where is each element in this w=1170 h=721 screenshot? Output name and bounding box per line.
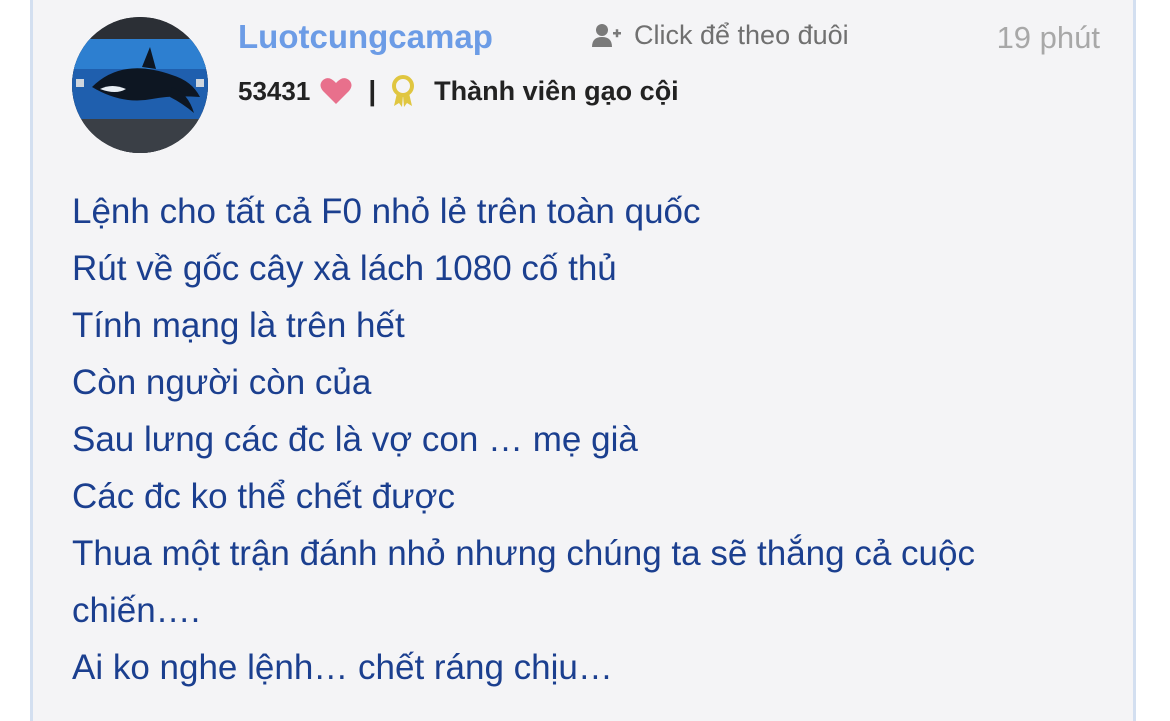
comment-line: Ai ko nghe lệnh… chết ráng chịu… (72, 648, 613, 687)
heart-icon (320, 77, 352, 105)
user-meta: 53431 | Thành viên gạo cội (238, 74, 679, 108)
add-user-icon (592, 23, 622, 49)
comment-line: Các đc ko thể chết được (72, 477, 455, 516)
comment-line: Rút về gốc cây xà lách 1080 cố thủ (72, 249, 617, 288)
comment-line: Còn người còn của (72, 363, 372, 402)
page: Luotcungcamap Click để theo đuôi 19 phút… (0, 0, 1170, 721)
avatar[interactable] (72, 17, 208, 153)
comment-body: Lệnh cho tất cả F0 nhỏ lẻ trên toàn quốc… (72, 183, 1082, 696)
member-rank: Thành viên gạo cội (434, 75, 679, 106)
comment-line: Thua một trận đánh nhỏ nhưng chúng ta sẽ… (72, 534, 975, 630)
points-count: 53431 (238, 75, 311, 106)
post-time: 19 phút (996, 20, 1100, 55)
username-link[interactable]: Luotcungcamap (238, 18, 493, 56)
comment-line: Lệnh cho tất cả F0 nhỏ lẻ trên toàn quốc (72, 192, 701, 231)
follow-label: Click để theo đuôi (634, 20, 849, 50)
meta-separator: | (368, 75, 377, 106)
follow-button[interactable]: Click để theo đuôi (592, 20, 849, 51)
comment-line: Sau lưng các đc là vợ con … mẹ già (72, 420, 638, 459)
comment-line: Tính mạng là trên hết (72, 306, 405, 345)
award-ribbon-icon (390, 74, 416, 108)
